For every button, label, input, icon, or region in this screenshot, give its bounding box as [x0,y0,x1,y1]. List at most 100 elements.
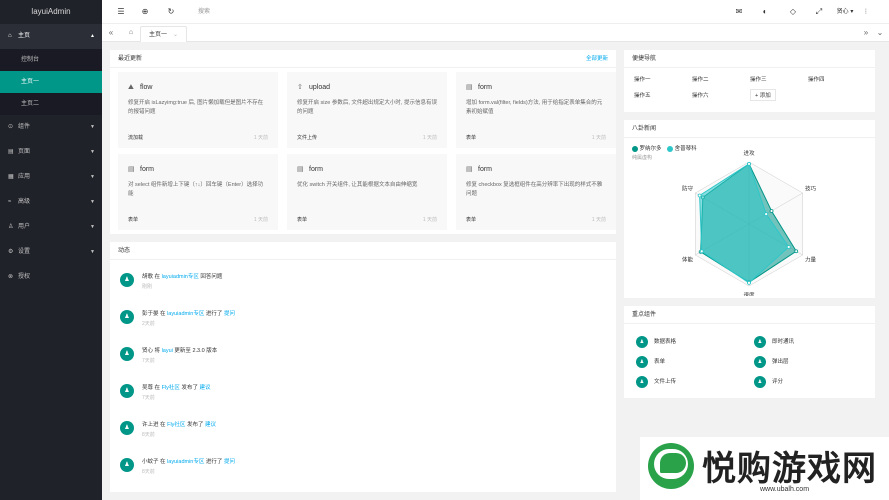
activity-card: 动态 ♟ 胡歌 在 layuiadmin专区 回答问题 刚刚 ♟ 彭于晏 在 layui… [110,242,616,492]
form-icon: ▤ [466,166,473,173]
quick-nav-item[interactable]: 操作四 [808,75,825,83]
sidebar-subitem[interactable]: 主页二 [0,93,102,115]
radar-axis-label: 力量 [805,256,817,264]
activity-user[interactable]: 贤心 [142,348,153,354]
activity-time: 8天前 [142,469,155,475]
menu-icon[interactable]: ☰ [114,0,128,24]
update-desc: 增加 form.val(filter, fields)方法, 用于给指定表单集合… [466,100,603,115]
sidebar: layuiAdmin ⌂ 主页 ▲ 控制台 主页一 主页二 ⊙ 组件 ▼ ▤ 页面 ▼ ▦ 应用 ▼ ≈ 高级 ▼… [0,0,102,500]
fullscreen-icon[interactable]: ⤢ [812,0,826,24]
update-tag[interactable]: 表单 [297,216,307,223]
avatar[interactable]: ♟ [120,310,134,324]
more-icon: ⋮ [863,9,869,15]
radar-point[interactable] [794,249,799,254]
tabs-prev-icon[interactable]: « [104,24,118,42]
sidebar-item-3[interactable]: ▦ 应用 ▼ [0,165,102,190]
activity-link[interactable]: layuiadmin专区 [167,459,204,465]
app-logo[interactable]: layuiAdmin [0,0,102,24]
quick-nav-item[interactable]: 操作三 [750,75,767,83]
activity-time: 2天前 [142,321,155,327]
update-item[interactable]: ▤ form 修复 checkbox 复选框组件在高分辨率下出现的样式不雅问题 表单 1… [456,154,616,230]
update-item[interactable]: ⇧ upload 修复开启 size 参数后, 文件超出规定大小时, 提示信息有误的… [287,72,447,148]
radar-point[interactable] [786,245,791,249]
sidebar-subitem[interactable]: 主页一 [0,71,102,93]
user-menu[interactable]: 贤心 ▾ ⋮ [837,0,869,24]
update-tag[interactable]: 表单 [128,216,138,223]
avatar[interactable]: ♟ [120,421,134,435]
activity-link[interactable]: 提问 [224,459,235,465]
chevron-down-icon: ▼ [90,199,95,205]
activity-link[interactable]: 提问 [224,311,235,317]
update-tag[interactable]: 表单 [466,216,476,223]
radar-point[interactable] [769,209,774,213]
globe-icon[interactable]: ⊕ [138,0,152,24]
activity-time: 8天前 [142,432,155,438]
page-icon: ▤ [8,149,14,155]
avatar[interactable]: ♟ [120,273,134,287]
tabs-next-icon[interactable]: » [859,24,873,42]
add-quick-nav-button[interactable]: + 添加 [750,89,776,101]
close-icon[interactable]: ⌄ [173,32,178,38]
settings-icon: ⚙ [8,249,14,255]
search-input[interactable]: 搜索 [198,0,210,24]
radar-point[interactable] [699,249,704,254]
avatar[interactable]: ♟ [120,384,134,398]
activity-user[interactable]: 彭于晏 [142,311,159,317]
update-desc: 修复开启 size 参数后, 文件超出规定大小时, 提示信息有误的问题 [297,100,437,115]
sidebar-item-2[interactable]: ▤ 页面 ▼ [0,140,102,165]
activity-link[interactable]: Fly社区 [162,385,180,391]
message-icon[interactable]: ✉ [732,0,746,24]
activity-link[interactable]: 建议 [205,422,216,428]
update-tag[interactable]: 文件上传 [297,134,317,141]
tab-current[interactable]: 主页一 ⌄ [140,26,188,42]
avatar[interactable]: ♟ [120,347,134,361]
activity-user[interactable]: 小蚊子 [142,459,159,465]
sidebar-item-0[interactable]: ⌂ 主页 ▲ [0,24,102,49]
top-header: ☰ ⊕ ↻ 搜索 ✉ ◐ ◇ ⤢ 贤心 ▾ ⋮ [102,0,889,24]
update-tag[interactable]: 表单 [466,134,476,141]
update-tag[interactable]: 流加载 [128,134,143,141]
activity-user[interactable]: 吴尊 [142,385,153,391]
note-icon[interactable]: ◇ [786,0,800,24]
home-icon: ⌂ [8,33,12,39]
all-updates-link[interactable]: 全部更新 [586,50,608,68]
update-item[interactable]: ▤ form 优化 switch 开关组件, 让其能根据文本自由伸缩宽 表单 1 天前 [287,154,447,230]
radar-point[interactable] [764,212,769,216]
activity-user[interactable]: 许上进 [142,422,159,428]
radar-point[interactable] [747,280,751,285]
activity-verb: 在 [153,274,162,280]
quick-nav-item[interactable]: 操作二 [692,75,709,83]
update-time: 1 天前 [591,217,606,223]
quick-nav-item[interactable]: 操作五 [634,91,651,99]
radar-point[interactable] [697,193,702,198]
quick-nav-item[interactable]: 操作一 [634,75,651,83]
sidebar-item-5[interactable]: ♙ 用户 ▼ [0,215,102,240]
radar-point[interactable] [747,161,751,166]
activity-link[interactable]: Fly社区 [167,422,185,428]
user-icon: ♙ [8,224,14,230]
avatar[interactable]: ♟ [120,458,134,472]
update-item[interactable]: ▤ form 对 select 组件新增上下键（↑↓）回车键（Enter）选择功能表… [118,154,278,230]
update-item[interactable]: ⛰ flow 修复开启 isLazyimg:true 后, 图片懒加载但是图片不存在… [118,72,278,148]
activity-link[interactable]: 建议 [199,385,210,391]
sidebar-item-4[interactable]: ≈ 高级 ▼ [0,190,102,215]
component-icon: ♟ [754,356,766,368]
tabs-menu-icon[interactable]: ⌄ [873,24,887,42]
quick-nav-item[interactable]: 操作六 [692,91,709,99]
activity-link[interactable]: layui [162,348,173,354]
activity-link[interactable]: layuiadmin专区 [162,274,199,280]
update-item[interactable]: ▤ form 增加 form.val(filter, fields)方法, 用于给指… [456,72,616,148]
update-title-text: form [478,84,492,91]
tab-home-icon[interactable]: ⌂ [124,24,138,42]
sidebar-item-6[interactable]: ⚙ 设置 ▼ [0,240,102,265]
sidebar-subitem[interactable]: 控制台 [0,49,102,71]
activity-link[interactable]: layuiadmin专区 [167,311,204,317]
refresh-icon[interactable]: ↻ [164,0,178,24]
updates-card: 最近更新 全部更新 ⛰ flow 修复开启 isLazyimg:true 后, 图片懒… [110,50,616,234]
watermark-leaf-inner [660,453,686,473]
sidebar-item-1[interactable]: ⊙ 组件 ▼ [0,115,102,140]
theme-icon[interactable]: ◐ [758,0,772,24]
update-title: ▤ form [297,163,437,177]
activity-user[interactable]: 胡歌 [142,274,153,280]
sidebar-item-7[interactable]: ⊗ 授权 [0,265,102,290]
